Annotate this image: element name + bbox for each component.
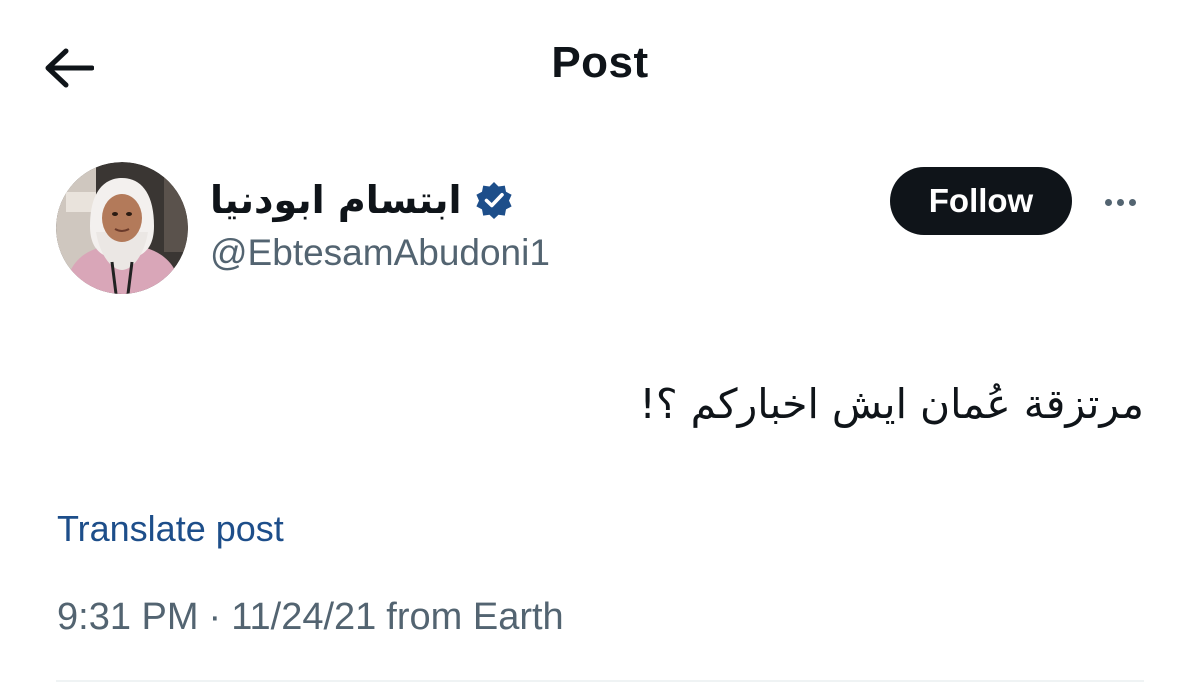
post-source: from Earth (386, 596, 564, 638)
verified-badge-icon (474, 180, 514, 220)
author-display-name: ابتسام ابودنيا (210, 178, 462, 222)
post-timestamp: 9:31 PM · 11/24/21 from Earth (57, 596, 564, 639)
more-horizontal-icon (1104, 198, 1112, 206)
page-title: Post (551, 38, 649, 87)
avatar[interactable] (56, 162, 188, 294)
top-bar: Post (0, 0, 1200, 134)
post-time[interactable]: 9:31 PM (57, 596, 199, 639)
post-text: مرتزقة عُمان ايش اخباركم ؟! (639, 380, 1144, 428)
more-horizontal-icon (1128, 198, 1136, 206)
profile-photo (56, 162, 188, 294)
more-options-button[interactable] (1092, 180, 1148, 224)
author-name-row[interactable]: ابتسام ابودنيا (210, 172, 514, 228)
more-horizontal-icon (1116, 198, 1124, 206)
post-date[interactable]: 11/24/21 (231, 596, 376, 639)
divider (56, 680, 1144, 682)
author-handle[interactable]: @EbtesamAbudoni1 (210, 232, 550, 274)
meta-separator: · (208, 596, 222, 638)
translate-post-link[interactable]: Translate post (57, 508, 284, 550)
follow-button[interactable]: Follow (890, 167, 1072, 235)
